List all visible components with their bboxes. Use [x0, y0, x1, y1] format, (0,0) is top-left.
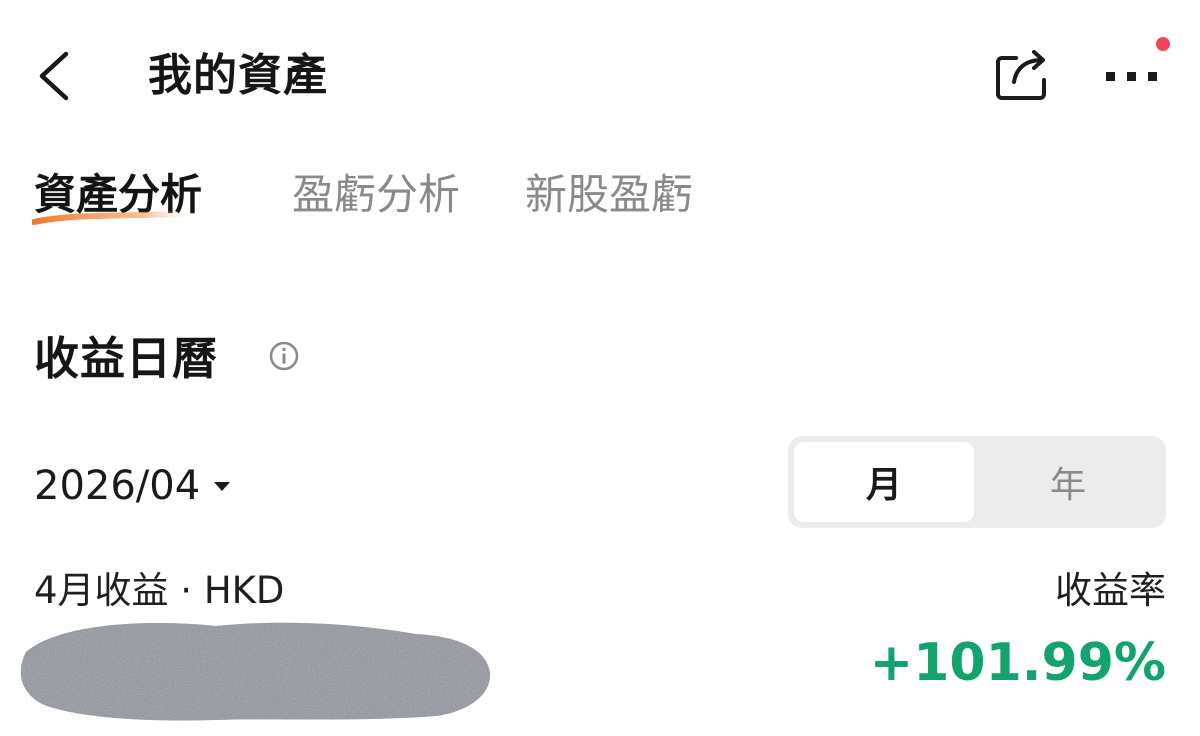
date-picker[interactable]: 2026/04 [34, 456, 231, 516]
redacted-income-value [20, 622, 491, 721]
tab-profit-loss-analysis[interactable]: 盈虧分析 [292, 165, 460, 225]
toggle-month[interactable]: 月 [794, 442, 974, 522]
info-icon[interactable] [268, 340, 300, 372]
section-title: 收益日曆 [34, 332, 219, 385]
back-chevron-icon[interactable] [30, 48, 80, 104]
notification-dot [1156, 37, 1170, 51]
share-icon[interactable] [992, 46, 1052, 104]
page-title: 我的資產 [148, 50, 328, 101]
more-horizontal-icon[interactable] [1100, 58, 1164, 92]
active-tab-underline [32, 211, 192, 225]
period-toggle: 月 年 [788, 436, 1166, 528]
tab-ipo-profit-loss[interactable]: 新股盈虧 [525, 165, 693, 225]
yield-label: 收益率 [1055, 569, 1166, 612]
monthly-income-label: 4月收益 · HKD [34, 569, 285, 612]
date-value: 2026/04 [34, 463, 201, 509]
toggle-year[interactable]: 年 [976, 442, 1160, 522]
caret-down-icon [214, 481, 231, 491]
yield-value: +101.99% [869, 633, 1166, 693]
